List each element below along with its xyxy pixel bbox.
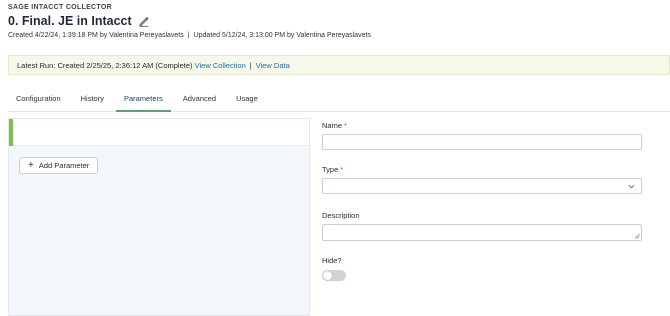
banner-separator: | bbox=[249, 60, 252, 70]
add-parameter-label: Add Parameter bbox=[38, 161, 90, 170]
tab-parameters[interactable]: Parameters bbox=[115, 88, 171, 112]
selection-accent-bar bbox=[9, 119, 13, 146]
created-info: Created 4/22/24, 1:39:18 PM by Valentina… bbox=[8, 32, 184, 39]
name-input[interactable] bbox=[322, 134, 642, 150]
app-label: SAGE INTACCT COLLECTOR bbox=[8, 4, 112, 11]
resize-grip-icon[interactable] bbox=[634, 233, 640, 239]
name-label: Name * bbox=[322, 121, 347, 130]
updated-info: Updated 5/12/24, 3:13:00 PM by Valentina… bbox=[193, 32, 371, 39]
latest-run-text: Latest Run: Created 2/25/25, 2:36:12 AM … bbox=[17, 60, 193, 70]
parameter-list-panel: + Add Parameter bbox=[8, 118, 310, 316]
parameter-form: Name * Type * Description Hide? bbox=[322, 121, 642, 281]
edit-pencil-icon[interactable] bbox=[138, 15, 150, 27]
meta-separator: | bbox=[187, 32, 190, 39]
plus-icon: + bbox=[28, 159, 34, 171]
required-mark: * bbox=[340, 165, 344, 174]
chevron-down-icon bbox=[628, 184, 635, 189]
tab-usage[interactable]: Usage bbox=[228, 88, 266, 112]
latest-run-banner: Latest Run: Created 2/25/25, 2:36:12 AM … bbox=[8, 55, 670, 75]
type-label: Type * bbox=[322, 165, 344, 174]
name-field-group: Name * bbox=[322, 121, 642, 150]
tab-advanced[interactable]: Advanced bbox=[175, 88, 224, 112]
hide-toggle[interactable] bbox=[322, 270, 346, 281]
hide-label: Hide? bbox=[322, 256, 342, 265]
tab-history[interactable]: History bbox=[73, 88, 112, 112]
type-select[interactable] bbox=[322, 178, 642, 194]
add-parameter-button[interactable]: + Add Parameter bbox=[19, 157, 99, 174]
description-field-group: Description bbox=[322, 211, 642, 241]
audit-meta: Created 4/22/24, 1:39:18 PM by Valentina… bbox=[8, 32, 371, 39]
description-label: Description bbox=[322, 211, 360, 220]
required-mark: * bbox=[344, 121, 347, 130]
view-collection-link[interactable]: View Collection bbox=[195, 61, 246, 70]
tab-configuration[interactable]: Configuration bbox=[8, 88, 69, 112]
selected-parameter-item[interactable] bbox=[9, 119, 309, 146]
title-row: 0. Final. JE in Intacct bbox=[8, 14, 150, 28]
tab-bar: Configuration History Parameters Advance… bbox=[8, 88, 670, 112]
hide-field-group: Hide? bbox=[322, 256, 642, 281]
description-textarea[interactable] bbox=[322, 224, 642, 241]
view-data-link[interactable]: View Data bbox=[256, 61, 290, 70]
toggle-knob bbox=[323, 271, 332, 280]
type-field-group: Type * bbox=[322, 165, 642, 194]
page-title: 0. Final. JE in Intacct bbox=[8, 14, 132, 28]
